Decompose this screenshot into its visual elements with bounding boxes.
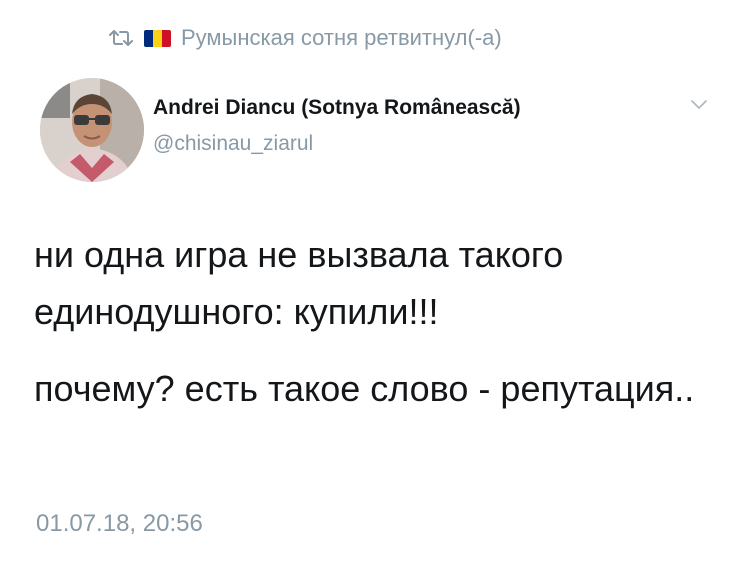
chevron-down-icon[interactable] xyxy=(691,100,707,110)
tweet-paragraph: почему? есть такое слово - репутация.. xyxy=(34,368,695,409)
retweet-icon xyxy=(108,29,134,47)
romania-flag-icon xyxy=(144,29,171,47)
avatar[interactable] xyxy=(40,78,144,182)
retweet-label[interactable]: Румынская сотня ретвитнул(-а) xyxy=(181,25,502,51)
flag-stripe-yellow xyxy=(153,29,162,47)
tweet-text: ни одна игра не вызвала такого единодушн… xyxy=(34,226,724,417)
flag-stripe-blue xyxy=(144,29,153,47)
author-display-name[interactable]: Andrei Diancu (Sotnya Românească) xyxy=(153,96,521,120)
author-username[interactable]: @chisinau_ziarul xyxy=(153,132,313,156)
retweet-context: Румынская сотня ретвитнул(-а) xyxy=(108,22,502,54)
tweet-paragraph: ни одна игра не вызвала такого единодушн… xyxy=(34,234,564,332)
tweet-timestamp[interactable]: 01.07.18, 20:56 xyxy=(36,510,203,538)
tweet-header: Andrei Diancu (Sotnya Românească) @chisi… xyxy=(40,78,720,182)
flag-stripe-red xyxy=(162,29,171,47)
